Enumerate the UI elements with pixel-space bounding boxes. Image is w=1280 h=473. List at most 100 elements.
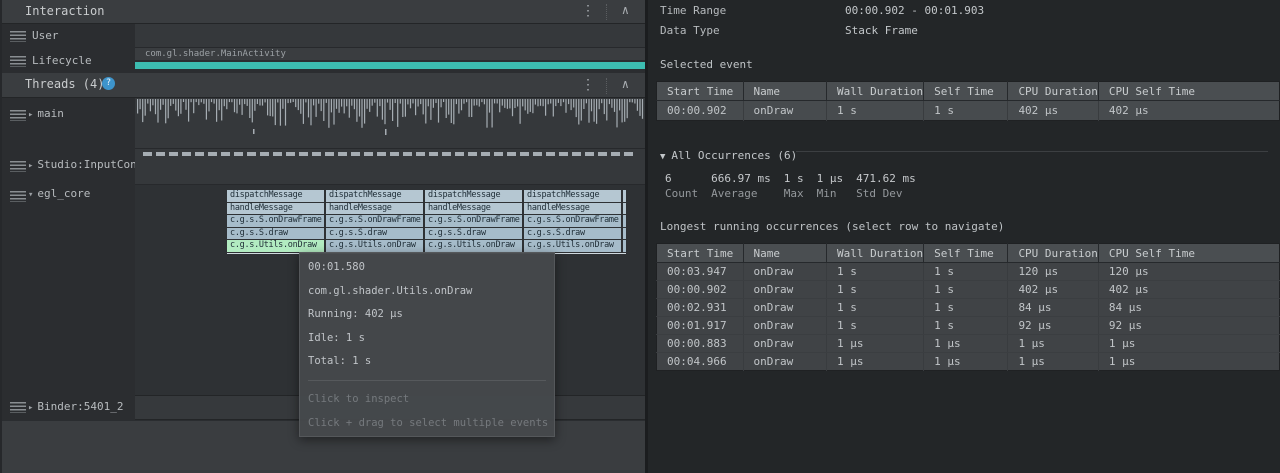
lifecycle-track-area[interactable]: com.gl.shader.MainActivity [135, 48, 645, 73]
flame-event-cell[interactable]: c.g.s.S.draw [227, 228, 324, 240]
column-header[interactable]: Wall Duration [827, 82, 924, 101]
table-row[interactable]: 00:00.902onDraw1 s1 s402 μs402 μs [657, 281, 1280, 299]
flame-event-cell[interactable]: handleMessage [326, 203, 423, 215]
flame-event-cell[interactable] [623, 203, 626, 215]
chevron-down-icon[interactable]: ▾ [28, 190, 33, 200]
flame-event-cell[interactable]: c.g.s.Utils.onDraw [227, 240, 324, 252]
kebab-menu-icon[interactable]: ⋮ [581, 3, 595, 19]
flame-event-cell[interactable]: c.g.s.S.onDrawFrame [227, 215, 324, 227]
threads-section-header: Threads (4) ? ⋮ ∧ [2, 73, 645, 98]
flame-event-cell[interactable] [623, 215, 626, 227]
grip-icon[interactable] [10, 191, 26, 202]
activity-name: com.gl.shader.MainActivity [145, 49, 286, 59]
flame-event-cell[interactable]: c.g.s.S.draw [326, 228, 423, 240]
grip-icon[interactable] [10, 402, 26, 413]
tooltip-hint-drag: Click + drag to select multiple events [308, 417, 546, 429]
flame-event-cell[interactable]: c.g.s.S.onDrawFrame [425, 215, 522, 227]
thread-binder-label-cell[interactable]: ▸Binder:5401_2 [2, 395, 135, 420]
thread-main-label-cell[interactable]: ▸main [2, 98, 135, 149]
help-icon[interactable]: ? [102, 77, 115, 90]
flame-event-cell[interactable] [623, 240, 626, 252]
flame-column: dispatchMessagehandleMessagec.g.s.S.onDr… [524, 190, 621, 253]
thread-inputcon-label-cell[interactable]: ▸Studio:InputCon [2, 149, 135, 185]
grip-icon[interactable] [10, 110, 26, 121]
flame-event-cell[interactable]: dispatchMessage [425, 190, 522, 202]
table-cell: 84 μs [1008, 299, 1098, 317]
flame-event-cell[interactable]: c.g.s.S.draw [524, 228, 621, 240]
column-header[interactable]: Wall Duration [827, 244, 924, 263]
collapse-section-icon[interactable]: ∧ [622, 77, 629, 91]
track-row-user: User [2, 24, 645, 48]
thread-inputcon-activity-chart[interactable] [135, 149, 645, 185]
column-header[interactable]: CPU Self Time [1098, 82, 1279, 101]
activity-duration-bar[interactable] [135, 62, 645, 69]
stat-average: 666.97 msAverage [711, 172, 771, 201]
grip-icon[interactable] [10, 56, 26, 67]
table-row[interactable]: 00:00.883onDraw1 μs1 μs1 μs1 μs [657, 335, 1280, 353]
table-row[interactable]: 00:04.966onDraw1 μs1 μs1 μs1 μs [657, 353, 1280, 371]
selected-event-table: Start TimeNameWall DurationSelf TimeCPU … [656, 81, 1280, 121]
stat-value: 6 [665, 172, 698, 186]
flame-event-cell[interactable]: dispatchMessage [227, 190, 324, 202]
data-type-label: Data Type [660, 24, 720, 37]
thread-main-activity-chart[interactable] [135, 98, 645, 149]
inputcon-trace-dashes [143, 152, 637, 156]
flame-column: dispatchMessagehandleMessagec.g.s.S.onDr… [425, 190, 522, 253]
collapse-section-icon[interactable]: ∧ [622, 3, 629, 17]
column-header[interactable]: CPU Duration [1008, 82, 1098, 101]
table-cell: 00:03.947 [657, 263, 744, 281]
lifecycle-track-label-cell[interactable]: Lifecycle [2, 48, 135, 73]
table-cell: 1 s [924, 317, 1008, 335]
flame-event-cell[interactable]: dispatchMessage [524, 190, 621, 202]
tooltip-total: Total: 1 s [308, 355, 546, 367]
flame-event-cell[interactable]: c.g.s.Utils.onDraw [524, 240, 621, 252]
thread-eglcore-label: egl_core [37, 187, 90, 200]
column-header[interactable]: Self Time [924, 82, 1008, 101]
user-track-area[interactable] [135, 24, 645, 48]
all-occurrences-header[interactable]: ▼All Occurrences (6) [660, 144, 797, 163]
column-header[interactable]: CPU Duration [1008, 244, 1098, 263]
flame-event-cell[interactable]: handleMessage [524, 203, 621, 215]
flame-event-cell[interactable] [623, 228, 626, 240]
user-track-label-cell[interactable]: User [2, 24, 135, 48]
table-cell: 1 μs [1098, 353, 1279, 371]
grip-icon[interactable] [10, 31, 26, 42]
table-cell: 402 μs [1098, 101, 1279, 121]
flame-event-cell[interactable]: dispatchMessage [326, 190, 423, 202]
table-row[interactable]: 00:01.917onDraw1 s1 s92 μs92 μs [657, 317, 1280, 335]
column-header[interactable]: Name [743, 82, 826, 101]
chevron-right-icon[interactable]: ▸ [28, 110, 33, 120]
table-row[interactable]: 00:02.931onDraw1 s1 s84 μs84 μs [657, 299, 1280, 317]
flame-event-cell[interactable]: handleMessage [425, 203, 522, 215]
triangle-down-icon[interactable]: ▼ [660, 152, 665, 162]
table-cell: 1 s [827, 263, 924, 281]
table-row[interactable]: 00:03.947onDraw1 s1 s120 μs120 μs [657, 263, 1280, 281]
event-tooltip: 00:01.580 com.gl.shader.Utils.onDraw Run… [299, 252, 555, 437]
column-header[interactable]: Name [743, 244, 826, 263]
grip-icon[interactable] [10, 161, 26, 172]
column-header[interactable]: Start Time [657, 244, 744, 263]
chevron-right-icon[interactable]: ▸ [28, 403, 33, 413]
flame-event-cell[interactable]: c.g.s.Utils.onDraw [326, 240, 423, 252]
flame-event-cell[interactable]: c.g.s.S.onDrawFrame [524, 215, 621, 227]
flame-event-cell[interactable]: c.g.s.Utils.onDraw [425, 240, 522, 252]
column-header[interactable]: CPU Self Time [1098, 244, 1279, 263]
stat-label: Average [711, 186, 771, 201]
chevron-right-icon[interactable]: ▸ [28, 161, 33, 171]
time-range-value: 00:00.902 - 00:01.903 [845, 4, 984, 17]
thread-row-main: ▸main [2, 98, 645, 149]
table-cell: 00:01.917 [657, 317, 744, 335]
flame-event-cell[interactable]: c.g.s.S.onDrawFrame [326, 215, 423, 227]
thread-eglcore-label-cell[interactable]: ▾ egl_core [2, 185, 135, 395]
table-row[interactable]: 00:00.902onDraw1 s1 s402 μs402 μs [657, 101, 1280, 121]
flame-event-cell[interactable] [623, 190, 626, 202]
flame-event-cell[interactable]: handleMessage [227, 203, 324, 215]
table-cell: 00:00.902 [657, 281, 744, 299]
kebab-menu-icon[interactable]: ⋮ [581, 77, 595, 93]
flame-event-cell[interactable]: c.g.s.S.draw [425, 228, 522, 240]
table-header-row: Start TimeNameWall DurationSelf TimeCPU … [657, 244, 1280, 263]
longest-occurrences-table: Start TimeNameWall DurationSelf TimeCPU … [656, 243, 1280, 371]
column-header[interactable]: Start Time [657, 82, 744, 101]
column-header[interactable]: Self Time [924, 244, 1008, 263]
table-cell: 00:00.902 [657, 101, 744, 121]
